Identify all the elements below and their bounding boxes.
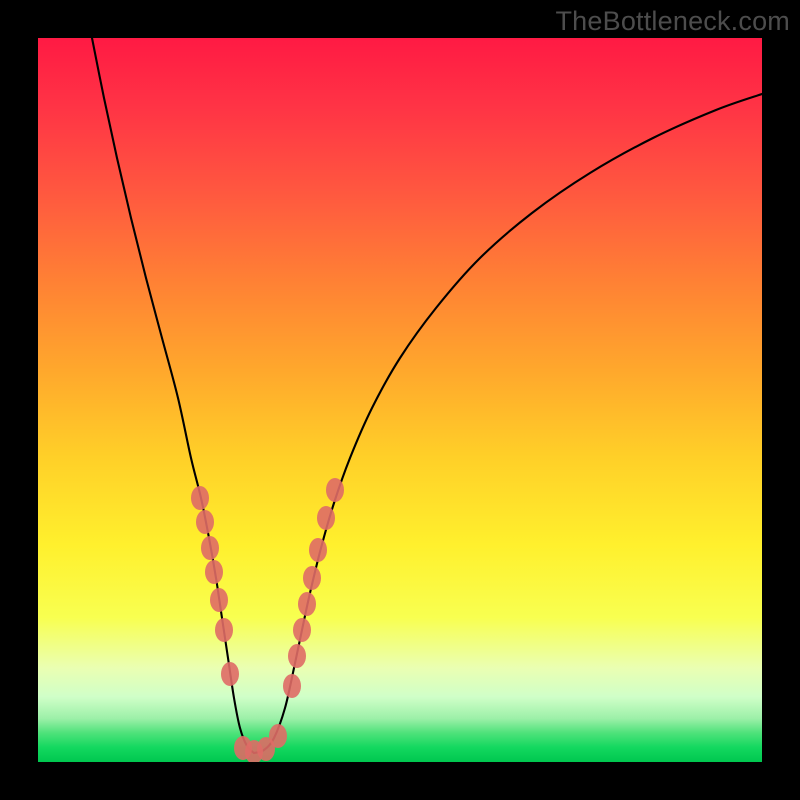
data-marker [196, 510, 214, 534]
data-marker [326, 478, 344, 502]
data-marker [210, 588, 228, 612]
data-marker [221, 662, 239, 686]
data-marker [288, 644, 306, 668]
data-marker [298, 592, 316, 616]
data-marker [269, 724, 287, 748]
data-marker [303, 566, 321, 590]
bottleneck-curve-plot [38, 38, 762, 762]
watermark-text: TheBottleneck.com [555, 6, 790, 37]
data-marker [191, 486, 209, 510]
marker-layer [191, 478, 344, 762]
chart-panel [38, 38, 762, 762]
data-marker [317, 506, 335, 530]
curve-left-arm [92, 38, 254, 753]
data-marker [215, 618, 233, 642]
data-marker [309, 538, 327, 562]
curve-right-arm [254, 94, 762, 753]
data-marker [201, 536, 219, 560]
data-marker [205, 560, 223, 584]
data-marker [293, 618, 311, 642]
data-marker [283, 674, 301, 698]
